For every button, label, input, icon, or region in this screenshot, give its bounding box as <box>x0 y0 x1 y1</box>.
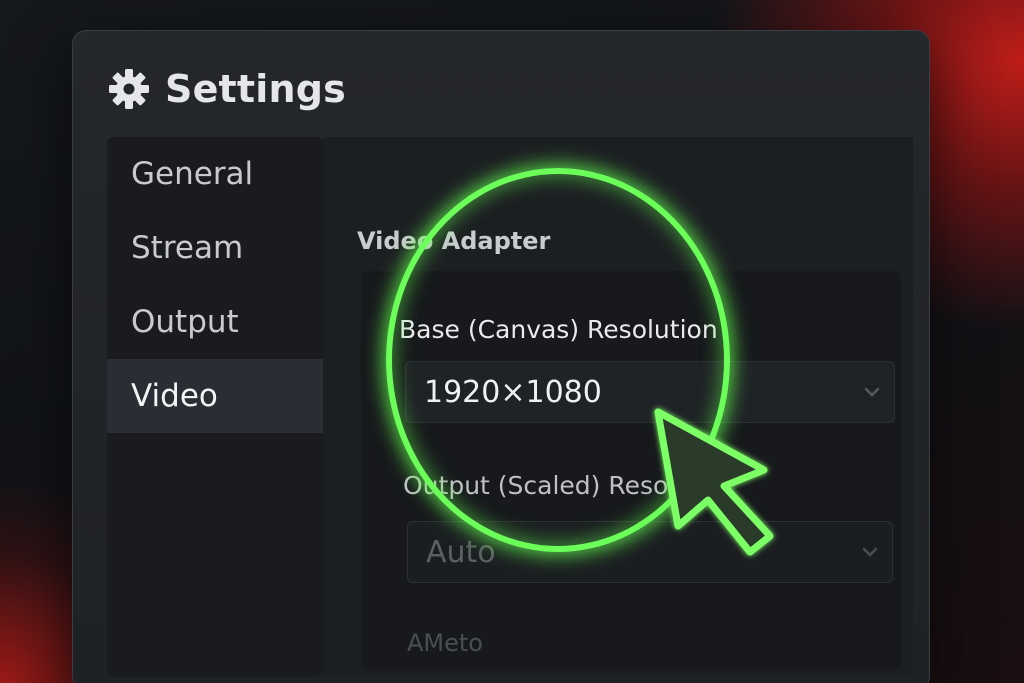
output-resolution-value: Auto <box>426 534 496 570</box>
output-resolution-label: Output (Scaled) Resolu <box>403 471 692 500</box>
settings-window: Settings General Stream Output Video Vid… <box>72 30 930 683</box>
video-adapter-panel: Base (Canvas) Resolution 1920×1080 Outpu… <box>361 271 901 671</box>
settings-content: Video Adapter Base (Canvas) Resolution 1… <box>323 137 913 677</box>
gear-icon <box>107 67 151 111</box>
next-field-label: AMeto <box>407 629 483 657</box>
chevron-down-icon <box>862 547 878 557</box>
sidebar-item-general[interactable]: General <box>107 137 323 211</box>
settings-sidebar: General Stream Output Video <box>107 137 323 677</box>
base-resolution-value: 1920×1080 <box>424 374 602 410</box>
title-bar: Settings <box>107 67 346 111</box>
sidebar-item-video[interactable]: Video <box>107 359 323 433</box>
section-title: Video Adapter <box>357 227 551 255</box>
sidebar-item-stream[interactable]: Stream <box>107 211 323 285</box>
window-title: Settings <box>165 67 346 111</box>
base-resolution-select[interactable]: 1920×1080 <box>405 361 895 423</box>
chevron-down-icon <box>864 387 880 397</box>
output-resolution-select[interactable]: Auto <box>407 521 893 583</box>
sidebar-item-output[interactable]: Output <box>107 285 323 359</box>
base-resolution-label: Base (Canvas) Resolution <box>399 315 718 344</box>
